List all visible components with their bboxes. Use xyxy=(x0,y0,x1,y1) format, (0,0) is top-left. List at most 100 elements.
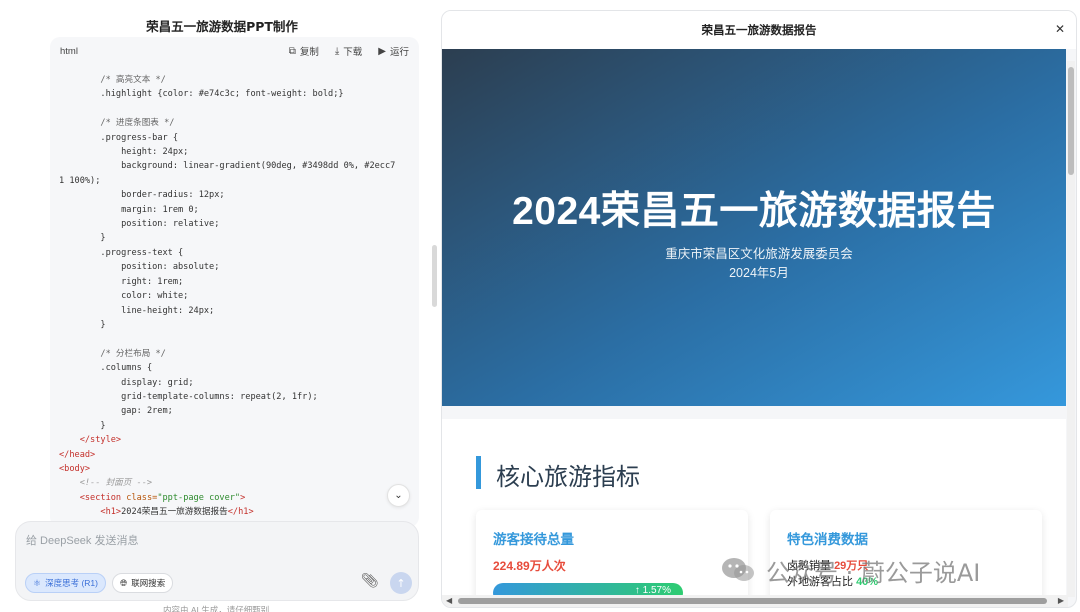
vertical-scroll-thumb[interactable] xyxy=(1068,67,1074,175)
code-line: .progress-text { xyxy=(59,246,419,260)
copy-button[interactable]: ⧉ 复制 xyxy=(288,44,319,59)
code-token: .columns { xyxy=(100,363,153,374)
download-button[interactable]: ⤓ 下载 xyxy=(334,44,363,59)
code-token: } xyxy=(100,319,106,330)
code-token: </h1> xyxy=(227,507,254,518)
cover-heading: 2024荣昌五一旅游数据报告 xyxy=(512,190,996,233)
globe-icon: 🌐︎ xyxy=(120,577,128,588)
scroll-left-icon[interactable]: ◀ xyxy=(446,595,452,607)
deep-think-label: 深度思考 (R1) xyxy=(45,578,98,588)
download-icon: ⤓ xyxy=(334,45,340,57)
code-token: height: 24px; xyxy=(121,147,189,158)
code-line: } xyxy=(59,231,419,245)
preview-header: 荣昌五一旅游数据报告 ✕ xyxy=(442,11,1076,49)
code-line: gap: 2rem; xyxy=(59,404,419,418)
web-search-toggle[interactable]: 🌐︎ 联网搜索 xyxy=(112,573,174,593)
code-line: <body> xyxy=(59,462,419,476)
arrow-up-icon: ↑ xyxy=(396,576,406,590)
code-line: </head> xyxy=(59,448,419,462)
code-token: position: absolute; xyxy=(121,262,220,273)
code-line: /* 高亮文本 */ xyxy=(59,73,419,87)
code-token: .progress-bar { xyxy=(100,132,179,143)
code-token: display: grid; xyxy=(121,377,194,388)
code-line: /* 进度条图表 */ xyxy=(59,116,419,130)
code-token: <!-- 封面页 --> xyxy=(79,478,153,489)
code-token: .highlight {color: #e74c3c; font-weight:… xyxy=(100,89,344,100)
code-line: <!-- 封面页 --> xyxy=(59,476,419,490)
code-line: .columns { xyxy=(59,361,419,375)
left-scrollbar[interactable] xyxy=(432,245,437,307)
code-token: color: white; xyxy=(121,291,189,302)
code-token: <h1> xyxy=(100,507,122,518)
code-token: margin: 1rem 0; xyxy=(121,204,199,215)
code-line: .highlight {color: #e74c3c; font-weight:… xyxy=(59,87,419,101)
code-line: color: white; xyxy=(59,289,419,303)
send-button[interactable]: ↑ xyxy=(390,572,412,594)
download-label: 下载 xyxy=(343,47,363,58)
message-input-box[interactable]: 给 DeepSeek 发送消息 ⚛ 深度思考 (R1) 🌐︎ 联网搜索 📎︎ ↑ xyxy=(15,521,419,601)
code-line: 1 100%); xyxy=(59,174,419,188)
scroll-right-icon[interactable]: ▶ xyxy=(1058,595,1064,607)
cover-date: 2024年5月 xyxy=(729,266,789,280)
code-token: "ppt-page cover" xyxy=(157,492,241,503)
copy-icon: ⧉ xyxy=(288,45,296,57)
code-language-label: html xyxy=(60,45,78,57)
code-token: border-radius: 12px; xyxy=(121,190,225,201)
code-line: display: grid; xyxy=(59,376,419,390)
watermark-text: 公众号 · 蔚公子说AI xyxy=(766,558,981,587)
run-button[interactable]: ▶ 运行 xyxy=(378,44,409,59)
code-token: background: linear-gradient(90deg, #3498… xyxy=(121,161,396,172)
code-line: line-height: 24px; xyxy=(59,304,419,318)
wechat-logo-icon xyxy=(722,558,754,581)
chat-title: 荣昌五一旅游数据PPT制作 xyxy=(146,19,298,34)
code-token: 1 100%); xyxy=(59,175,101,186)
cover-organization: 重庆市荣昌区文化旅游发展委员会 xyxy=(665,247,853,261)
deep-think-toggle[interactable]: ⚛ 深度思考 (R1) xyxy=(25,573,106,593)
code-token: 2024荣昌五一旅游数据报告 xyxy=(121,507,228,518)
message-input-placeholder[interactable]: 给 DeepSeek 发送消息 xyxy=(26,532,138,548)
code-token: position: relative; xyxy=(121,219,220,230)
code-token: gap: 2rem; xyxy=(121,406,173,417)
code-line: <section class="ppt-page cover"> xyxy=(59,491,419,505)
play-icon: ▶ xyxy=(378,45,386,57)
code-block-header: html ⧉ 复制 ⤓ 下载 ▶ 运行 xyxy=(50,37,419,65)
scroll-to-bottom-button[interactable]: ⌄ xyxy=(387,484,410,507)
horizontal-scroll-thumb[interactable] xyxy=(458,598,1047,604)
code-token: /* 分栏布局 */ xyxy=(100,348,166,359)
code-token: } xyxy=(100,233,106,244)
code-token: grid-template-columns: repeat(2, 1fr); xyxy=(121,391,318,402)
code-token: .progress-text { xyxy=(100,247,184,258)
preview-horizontal-scrollbar[interactable]: ◀ ▶ xyxy=(442,595,1068,607)
code-token: line-height: 24px; xyxy=(121,305,215,316)
cover-slide: 2024荣昌五一旅游数据报告 重庆市荣昌区文化旅游发展委员会 2024年5月 xyxy=(442,49,1066,406)
copy-label: 复制 xyxy=(299,47,319,58)
code-token: class= xyxy=(126,492,158,503)
code-token: /* 进度条图表 */ xyxy=(100,118,175,129)
section-accent-bar xyxy=(476,456,481,489)
visitor-total-card: 游客接待总量 224.89万人次 ↑ 1.57% xyxy=(476,510,748,607)
close-icon[interactable]: ✕ xyxy=(1055,22,1065,36)
visitor-total-value: 224.89万人次 xyxy=(493,559,566,573)
code-line: height: 24px; xyxy=(59,145,419,159)
run-label: 运行 xyxy=(389,47,409,58)
chevron-down-icon: ⌄ xyxy=(394,490,403,501)
code-token: } xyxy=(100,420,106,431)
code-line: background: linear-gradient(90deg, #3498… xyxy=(59,159,419,173)
code-block: html ⧉ 复制 ⤓ 下载 ▶ 运行 /* 高亮文本 */ .highligh… xyxy=(50,37,419,527)
preview-title: 荣昌五一旅游数据报告 xyxy=(701,23,817,37)
code-token: > xyxy=(240,492,246,503)
attach-icon[interactable]: 📎︎ xyxy=(361,573,379,589)
web-search-label: 联网搜索 xyxy=(131,578,166,588)
code-line: } xyxy=(59,318,419,332)
ai-disclaimer: 内容由 AI 生成，请仔细甄别 xyxy=(163,605,270,612)
code-line: /* 分栏布局 */ xyxy=(59,347,419,361)
code-token: <section xyxy=(79,492,127,503)
code-token: <body> xyxy=(59,463,91,474)
chat-panel: 荣昌五一旅游数据PPT制作 html ⧉ 复制 ⤓ 下载 ▶ 运行 /* 高亮文… xyxy=(0,0,437,612)
code-content[interactable]: /* 高亮文本 */ .highlight {color: #e74c3c; f… xyxy=(50,65,419,520)
preview-vertical-scrollbar[interactable] xyxy=(1067,61,1075,597)
code-line: position: absolute; xyxy=(59,260,419,274)
code-token: </head> xyxy=(59,449,96,460)
